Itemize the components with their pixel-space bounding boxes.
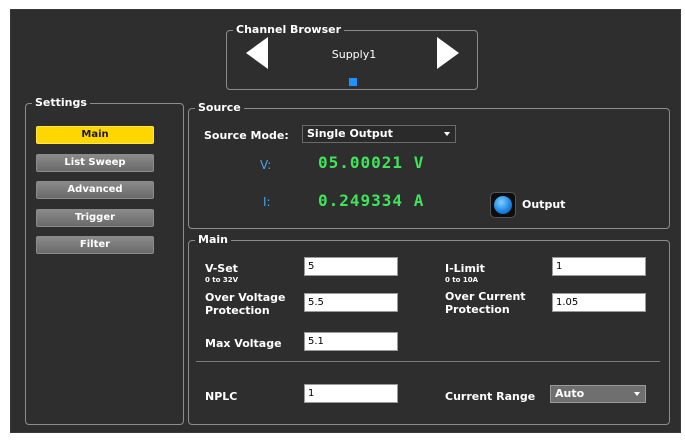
settings-filter-button[interactable]: Filter (36, 236, 154, 254)
nplc-input[interactable] (304, 384, 398, 403)
main-title: Main (198, 233, 228, 246)
current-range-value: Auto (555, 387, 585, 400)
vset-input[interactable] (304, 257, 398, 276)
ovp-input[interactable] (304, 293, 398, 312)
settings-title: Settings (35, 96, 87, 109)
ilimit-range: 0 to 10A (445, 276, 479, 284)
current-label: I: (263, 195, 271, 209)
output-label: Output (522, 198, 566, 211)
channel-indicator (349, 78, 357, 86)
chevron-down-icon (634, 392, 640, 396)
ocp-input[interactable] (552, 293, 646, 312)
source-mode-label: Source Mode: (204, 129, 289, 142)
ovp-label: Over Voltage Protection (205, 291, 286, 317)
ocp-label-line2: Protection (445, 303, 510, 316)
channel-name: Supply1 (331, 48, 377, 61)
source-mode-value: Single Output (307, 127, 393, 140)
vset-range: 0 to 32V (205, 276, 239, 284)
prev-channel-button[interactable] (246, 37, 268, 69)
chevron-down-icon (444, 132, 450, 136)
max-voltage-label: Max Voltage (205, 337, 282, 350)
settings-group: Settings (25, 97, 184, 425)
ilimit-input[interactable] (552, 257, 646, 276)
settings-main-button[interactable]: Main (36, 126, 154, 144)
source-mode-dropdown[interactable]: Single Output (302, 125, 456, 143)
current-range-label: Current Range (445, 390, 536, 403)
max-voltage-input[interactable] (304, 332, 398, 351)
instrument-panel: Channel Browser Supply1 Settings Main Li… (10, 9, 681, 433)
ocp-label-line1: Over Current (445, 290, 526, 303)
settings-list-sweep-button[interactable]: List Sweep (36, 154, 154, 172)
settings-advanced-button[interactable]: Advanced (36, 181, 154, 199)
next-channel-button[interactable] (437, 37, 459, 69)
channel-browser-title: Channel Browser (236, 23, 342, 36)
source-title: Source (198, 101, 241, 114)
ocp-label: Over Current Protection (445, 290, 526, 316)
ovp-label-line2: Protection (205, 304, 270, 317)
vset-label: V-Set (205, 262, 238, 275)
settings-trigger-button[interactable]: Trigger (36, 209, 154, 227)
output-led-icon (494, 196, 512, 214)
current-range-dropdown[interactable]: Auto (550, 385, 646, 403)
output-toggle-button[interactable] (490, 192, 516, 218)
main-divider (196, 361, 660, 362)
voltage-label: V: (260, 158, 272, 172)
ilimit-label: I-Limit (445, 262, 485, 275)
nplc-label: NPLC (205, 390, 238, 403)
ovp-label-line1: Over Voltage (205, 291, 286, 304)
current-reading: 0.249334 A (318, 191, 425, 210)
voltage-reading: 05.00021 V (318, 153, 425, 172)
